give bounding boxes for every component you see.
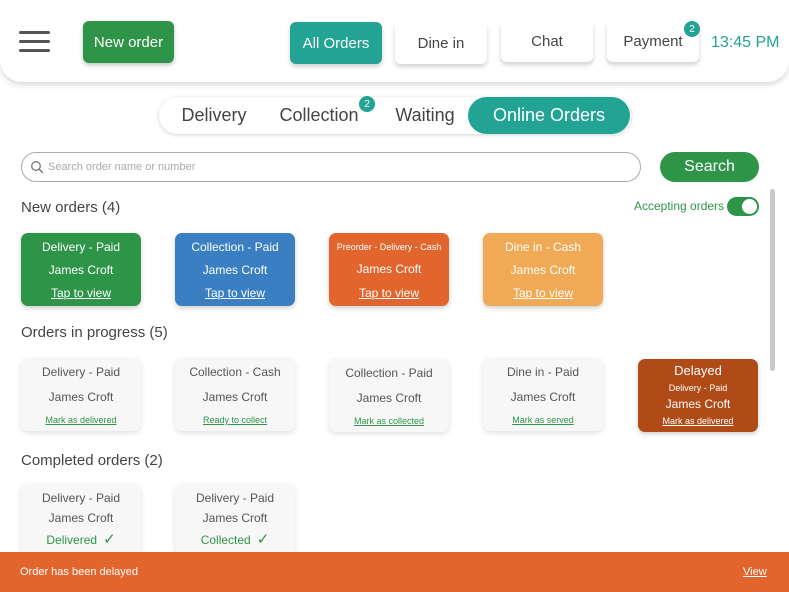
new-order-button[interactable]: New order	[83, 21, 174, 63]
delay-notification-banner: Order has been delayed View	[0, 552, 789, 592]
status-label: Delivered	[46, 533, 98, 547]
banner-message: Order has been delayed	[20, 566, 139, 578]
new-order-card[interactable]: Delivery - Paid James Croft Tap to view	[21, 233, 141, 306]
order-type: Preorder - Delivery - Cash	[336, 242, 442, 252]
checkmark-icon: ✓	[103, 531, 116, 548]
filter-tab-label: Collection	[279, 105, 359, 125]
scrollbar[interactable]	[770, 189, 775, 371]
order-type: Collection - Cash	[189, 365, 281, 379]
completed-order-card[interactable]: Delivery - Paid James Croft Delivered ✓	[21, 484, 141, 554]
ready-to-collect-link[interactable]: Ready to collect	[179, 415, 291, 425]
filter-tab-label: Waiting	[395, 105, 455, 125]
customer-name: James Croft	[202, 390, 268, 404]
collection-badge: 2	[359, 96, 375, 112]
mark-as-collected-link[interactable]: Mark as collected	[333, 416, 445, 426]
customer-name: James Croft	[202, 263, 268, 277]
customer-name: James Croft	[356, 262, 422, 276]
filter-tab-label: Online Orders	[492, 105, 606, 125]
in-progress-card[interactable]: Dine in - Paid James Croft Mark as serve…	[483, 358, 603, 431]
delayed-order-card[interactable]: Delayed Delivery - Paid James Croft Mark…	[638, 359, 758, 432]
completed-order-card[interactable]: Delivery - Paid James Croft Collected ✓	[175, 484, 295, 554]
filter-tab-label: Delivery	[181, 105, 247, 125]
mark-as-served-link[interactable]: Mark as served	[487, 415, 599, 425]
customer-name: James Croft	[48, 263, 114, 277]
customer-name: James Croft	[665, 397, 731, 412]
customer-name: James Croft	[510, 263, 576, 277]
order-type: Delivery - Paid	[41, 365, 121, 379]
order-type: Dine in - Cash	[504, 240, 582, 254]
filter-tab-waiting[interactable]: Waiting	[384, 97, 466, 134]
in-progress-card[interactable]: Collection - Paid James Croft Mark as co…	[329, 359, 449, 432]
accepting-orders-label: Accepting orders	[634, 199, 725, 213]
order-type: Collection - Paid	[345, 366, 433, 380]
tab-chat[interactable]: Chat	[501, 20, 593, 62]
completed-status: Delivered ✓	[25, 530, 137, 548]
banner-view-link[interactable]: View	[743, 566, 767, 578]
tab-label: Chat	[531, 32, 563, 50]
filter-tab-online-orders[interactable]: Online Orders	[468, 97, 630, 134]
top-bar: New order All Orders Dine in Chat Paymen…	[0, 0, 789, 82]
new-order-card[interactable]: Dine in - Cash James Croft Tap to view	[483, 233, 603, 306]
new-order-card[interactable]: Preorder - Delivery - Cash James Croft T…	[329, 233, 449, 306]
customer-name: James Croft	[356, 391, 422, 405]
order-filter-tabs: Delivery Collection Waiting Online Order…	[159, 97, 631, 134]
customer-name: James Croft	[48, 390, 114, 404]
customer-name: James Croft	[202, 510, 268, 525]
customer-name: James Croft	[48, 510, 114, 525]
in-progress-card[interactable]: Collection - Cash James Croft Ready to c…	[175, 358, 295, 431]
tab-dine-in[interactable]: Dine in	[395, 22, 487, 64]
new-orders-title: New orders (4)	[21, 199, 121, 216]
tab-all-orders[interactable]: All Orders	[290, 22, 382, 64]
tap-to-view-link[interactable]: Tap to view	[333, 286, 445, 300]
completed-title: Completed orders (2)	[21, 452, 163, 469]
hamburger-menu-icon[interactable]	[19, 31, 50, 53]
order-type: Delivery - Paid	[195, 491, 275, 505]
search-icon	[31, 161, 44, 174]
completed-status: Collected ✓	[179, 530, 291, 548]
tap-to-view-link[interactable]: Tap to view	[179, 286, 291, 300]
mark-as-delivered-link[interactable]: Mark as delivered	[642, 416, 754, 426]
new-order-card[interactable]: Collection - Paid James Croft Tap to vie…	[175, 233, 295, 306]
search-button[interactable]: Search	[660, 152, 759, 182]
customer-name: James Croft	[510, 390, 576, 404]
search-input[interactable]	[48, 153, 628, 181]
order-type: Delivery - Paid	[41, 240, 121, 254]
filter-tab-collection[interactable]: Collection	[269, 97, 369, 134]
tab-label: All Orders	[302, 34, 370, 52]
status-label: Collected	[200, 533, 251, 547]
mark-as-delivered-link[interactable]: Mark as delivered	[25, 415, 137, 425]
accepting-orders-toggle[interactable]	[727, 197, 759, 216]
tab-label: Dine in	[417, 34, 465, 52]
clock: 13:45 PM	[711, 34, 780, 51]
tap-to-view-link[interactable]: Tap to view	[25, 286, 137, 300]
delayed-status: Delayed	[674, 363, 722, 378]
in-progress-card[interactable]: Delivery - Paid James Croft Mark as deli…	[21, 358, 141, 431]
tap-to-view-link[interactable]: Tap to view	[487, 286, 599, 300]
search-box	[21, 152, 641, 182]
order-type: Delivery - Paid	[668, 382, 728, 393]
filter-tab-delivery[interactable]: Delivery	[167, 97, 261, 134]
tab-label: Payment	[623, 32, 683, 50]
payment-badge: 2	[684, 21, 700, 37]
in-progress-title: Orders in progress (5)	[21, 324, 168, 341]
checkmark-icon: ✓	[256, 531, 270, 548]
order-type: Dine in - Paid	[506, 365, 580, 379]
order-type: Delivery - Paid	[41, 491, 121, 505]
order-type: Collection - Paid	[191, 240, 279, 254]
